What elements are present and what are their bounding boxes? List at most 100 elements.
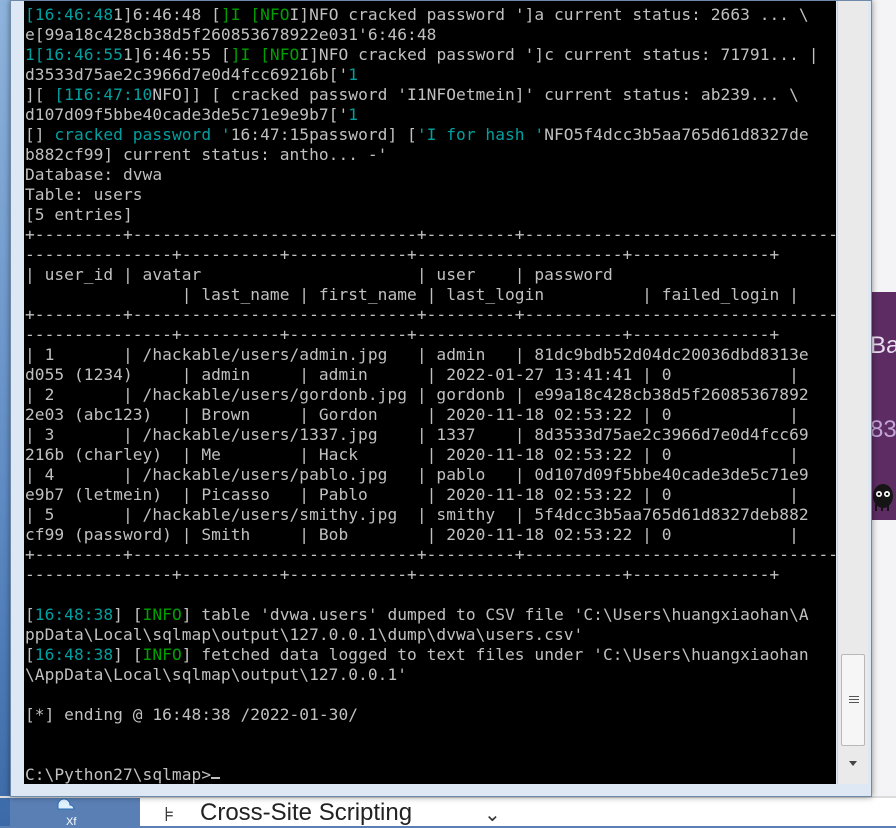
console-segment: 16:48:38 [34,645,114,664]
console-segment: e[99a18c428cb38d5f260853678922e031'6:46:… [25,25,437,44]
console-segment: 216b (charley) | Me | Hack | 2020-11-18 … [25,445,799,464]
console-line: ][ [1I6:47:10NFO]] [ cracked password 'I… [25,85,836,105]
console-segment: | last_name | first_name | last_login | … [25,285,799,304]
console-segment: ]I [NFO [230,45,300,64]
console-line: | user_id | avatar | user | password [25,265,836,285]
console-line: b882cf99] current status: antho... -' [25,145,836,165]
background-tab-text-2: 83 [870,416,896,443]
console-segment: [5 entries] [25,205,133,224]
console-segment: [1I6:47:10 [54,85,153,104]
console-line: | 2 | /hackable/users/gordonb.jpg | gord… [25,385,836,405]
console-line: ppData\Local\sqlmap\output\127.0.0.1\dum… [25,625,836,645]
console-line: cf99 (password) | Smith | Bob | 2020-11-… [25,525,836,545]
console-segment: cf99 (password) | Smith | Bob | 2020-11-… [25,525,799,544]
console-line: Database: dvwa [25,165,836,185]
console-line: +---------+-----------------------------… [25,225,836,245]
chevron-down-icon [849,761,857,766]
console-line: 1[16:46:551]6:46:55 []I [NFOI]NFO cracke… [25,45,836,65]
console-segment: 16:46:48 [34,5,114,24]
console-line: 2e03 (abc123) | Brown | Gordon | 2020-11… [25,405,836,425]
console-line: d055 (1234) | admin | admin | 2022-01-27… [25,365,836,385]
chevron-down-icon[interactable]: ⌄ [484,802,501,827]
console-segment: | 4 | /hackable/users/pablo.jpg | pablo … [25,465,809,484]
console-line: C:\Python27\sqlmap> [25,765,836,784]
console-line: | 3 | /hackable/users/1337.jpg | 1337 | … [25,425,836,445]
console-segment: 1[16:46:55 [25,45,123,64]
console-line: [5 entries] [25,205,836,225]
console-line: [] cracked password '16:47:15password] [… [25,125,836,145]
console-text: [16:46:481]6:46:48 []I [NFOI]NFO cracked… [24,1,836,784]
console-line: [16:48:38] [INFO] fetched data logged to… [25,645,836,665]
grip-icon [849,695,859,705]
console-line: [16:46:481]6:46:48 []I [NFOI]NFO cracked… [25,5,836,25]
console-segment: 1]6:46:48 [ [113,5,221,24]
console-segment: | 1 | /hackable/users/admin.jpg | admin … [25,345,809,364]
console-segment: | 2 | /hackable/users/gordonb.jpg | gord… [25,385,809,404]
console-segment: [] [25,125,55,144]
console-line: | 4 | /hackable/users/pablo.jpg | pablo … [25,465,836,485]
background-tab-text: Ba [870,332,896,359]
console-segment: [ [25,605,35,624]
console-line: | last_name | first_name | last_login | … [25,285,836,305]
desktop-background [0,0,10,826]
console-segment: I]NFO cracked password ']c current statu… [299,45,819,64]
console-output[interactable]: [16:46:481]6:46:48 []I [NFOI]NFO cracked… [24,1,836,784]
console-segment: ppData\Local\sqlmap\output\127.0.0.1\dum… [25,625,584,644]
console-line: ---------------+----------+------------+… [25,325,836,345]
console-line: +---------+-----------------------------… [25,305,836,325]
console-segment: d055 (1234) | admin | admin | 2022-01-27… [25,365,799,384]
console-segment: +---------+-----------------------------… [25,225,836,244]
desktop-shortcut-icon[interactable] [54,796,84,816]
console-segment: Table: users [25,185,143,204]
console-line: e9b7 (letmein) | Picasso | Pablo | 2020-… [25,485,836,505]
text-cursor [211,777,221,779]
console-segment: INFO [142,605,182,624]
console-segment: | 5 | /hackable/users/smithy.jpg | smith… [25,505,809,524]
console-line: e[99a18c428cb38d5f260853678922e031'6:46:… [25,25,836,45]
scrollbar-thumb[interactable] [841,654,865,746]
console-line: 216b (charley) | Me | Hack | 2020-11-18 … [25,445,836,465]
console-segment: | user_id | avatar | user | password [25,265,613,284]
console-segment: 1 [348,105,359,124]
console-segment: | 3 | /hackable/users/1337.jpg | 1337 | … [25,425,809,444]
console-line: ---------------+----------+------------+… [25,565,836,585]
console-segment: 2e03 (abc123) | Brown | Gordon | 2020-11… [25,405,799,424]
console-segment: ] fetched data logged to text files unde… [181,645,809,664]
console-segment: ][ [25,85,55,104]
console-line: ---------------+----------+------------+… [25,245,836,265]
console-segment: ] [ [113,645,143,664]
console-segment: [ [25,5,35,24]
console-segment: b882cf99] current status: antho... -' [25,145,388,164]
console-line: d107d09f5bbe40cade3de5c71e9e9b7['1 [25,105,836,125]
console-segment: NFO5f4dcc3b5aa765d61d8327de [544,125,809,144]
console-segment: ]I [NFO [220,5,290,24]
console-line: +---------+-----------------------------… [25,545,836,565]
vertical-scrollbar[interactable] [837,1,868,784]
console-segment: INFO [142,645,182,664]
console-line: [16:48:38] [INFO] table 'dvwa.users' dum… [25,605,836,625]
console-line: [*] ending @ 16:48:38 /2022-01-30/ [25,705,836,725]
console-line: | 1 | /hackable/users/admin.jpg | admin … [25,345,836,365]
console-segment: d107d09f5bbe40cade3de5c71e9e9b7[' [25,105,349,124]
console-segment: ] table 'dvwa.users' dumped to CSV file … [181,605,809,624]
console-segment: e9b7 (letmein) | Picasso | Pablo | 2020-… [25,485,799,504]
console-segment: d3533d75ae2c3966d7e0d4fcc69216b[' [25,65,349,84]
console-segment: I]NFO cracked password ']a current statu… [289,5,809,24]
console-segment: 1]6:46:55 [ [122,45,231,64]
console-segment: 16:47:15password] [ [230,125,417,144]
console-segment: ] [ [113,605,143,624]
console-segment: \AppData\Local\sqlmap\output\127.0.0.1' [25,665,408,684]
console-line: d3533d75ae2c3966d7e0d4fcc69216b['1 [25,65,836,85]
console-segment: ---------------+----------+------------+… [25,325,780,344]
console-segment: ---------------+----------+------------+… [25,245,780,264]
scroll-down-button[interactable] [844,757,862,775]
background-tab-cross-site-scripting[interactable]: Cross-Site Scripting [168,799,412,827]
console-segment: [ [25,645,35,664]
ghost-icon [873,484,893,511]
console-segment: NFO]] [ cracked password 'I1NFOetmein]' … [152,85,799,104]
console-line: \AppData\Local\sqlmap\output\127.0.0.1' [25,665,836,685]
